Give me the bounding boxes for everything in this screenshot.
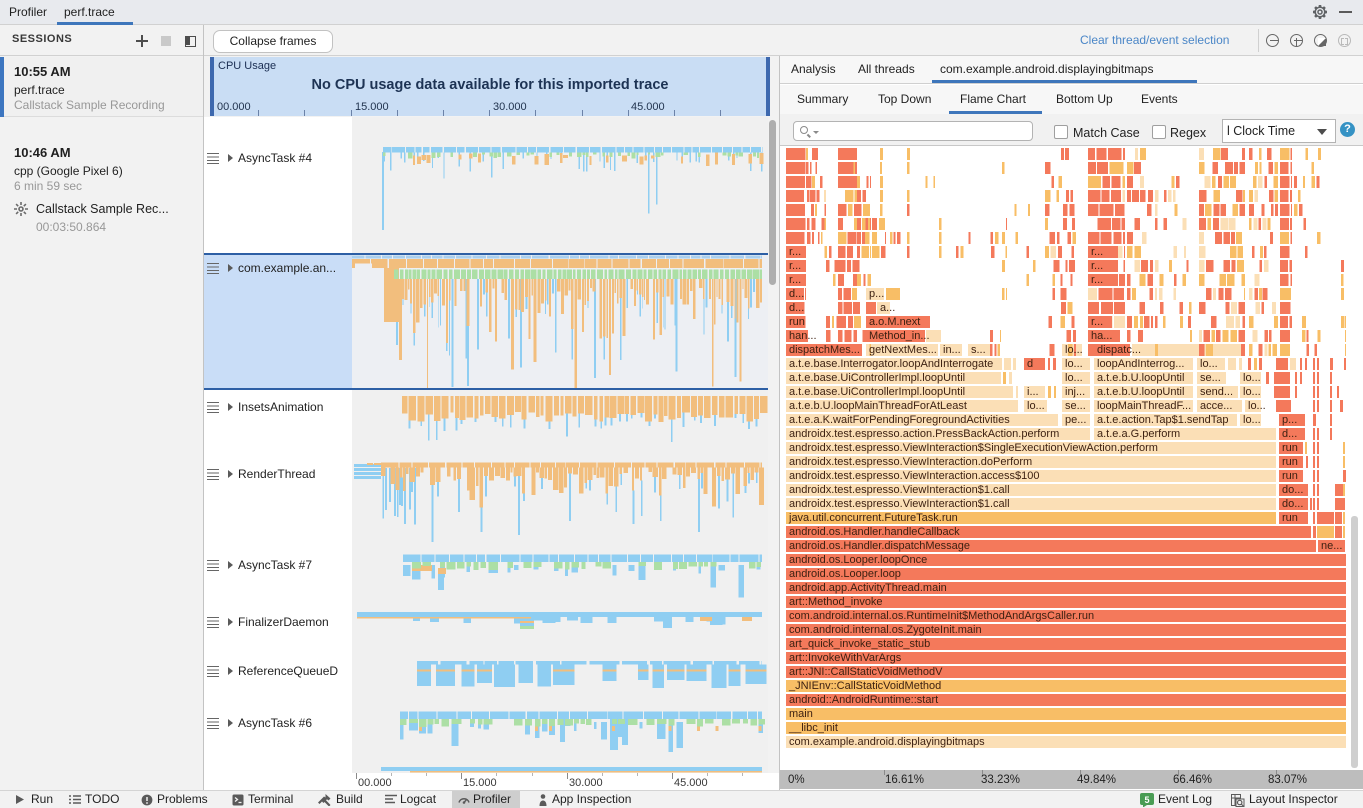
- svg-text:__libc_init: __libc_init: [788, 722, 838, 734]
- svg-text:android.os.Handler.handleCallb: android.os.Handler.handleCallback: [789, 526, 960, 538]
- svg-text:a.o.M.next: a.o.M.next: [869, 316, 920, 328]
- svg-text:lo...: lo...: [1243, 372, 1261, 384]
- svg-text:android.os.Looper.loopOnce: android.os.Looper.loopOnce: [789, 554, 927, 566]
- svg-text:r...: r...: [789, 246, 801, 258]
- svg-text:5: 5: [1144, 795, 1149, 805]
- svg-text:a.t.e.action.Tap$1.sendTap: a.t.e.action.Tap$1.sendTap: [1097, 414, 1228, 426]
- svg-text:run: run: [1282, 456, 1298, 468]
- svg-text:d...: d...: [1282, 428, 1297, 440]
- svg-text:art_quick_invoke_static_stub: art_quick_invoke_static_stub: [789, 638, 930, 650]
- svg-text:a.t.e.b.U.loopUntil: a.t.e.b.U.loopUntil: [1097, 372, 1184, 384]
- svg-text:lo...: lo...: [1200, 358, 1218, 370]
- svg-text:androidx.test.espresso.ViewInt: androidx.test.espresso.ViewInteraction.a…: [789, 470, 1040, 482]
- svg-text:r...: r...: [1091, 316, 1103, 328]
- svg-text:d...: d...: [789, 288, 804, 300]
- svg-text:androidx.test.espresso.ViewInt: androidx.test.espresso.ViewInteraction$1…: [789, 484, 1010, 496]
- svg-text:s...: s...: [971, 344, 986, 356]
- svg-text:a.t.e.base.UiControllerImpl.lo: a.t.e.base.UiControllerImpl.loopUntil: [789, 386, 965, 398]
- svg-text:lo...: lo...: [1065, 372, 1083, 384]
- svg-text:art::InvokeWithVarArgs: art::InvokeWithVarArgs: [789, 652, 902, 664]
- svg-text:java.util.concurrent.FutureTas: java.util.concurrent.FutureTask.run: [788, 512, 958, 524]
- svg-text:lo...: lo...: [1065, 344, 1083, 356]
- svg-text:androidx.test.espresso.ViewInt: androidx.test.espresso.ViewInteraction.d…: [789, 456, 1032, 468]
- svg-text:run: run: [1282, 512, 1298, 524]
- svg-text:androidx.test.espresso.ViewInt: androidx.test.espresso.ViewInteraction$1…: [789, 498, 1010, 510]
- svg-text:com.android.internal.os.Zygote: com.android.internal.os.ZygoteInit.main: [789, 624, 982, 636]
- svg-text:androidx.test.espresso.action.: androidx.test.espresso.action.PressBackA…: [789, 428, 1059, 440]
- svg-text:han...: han...: [789, 330, 817, 342]
- svg-text:dispatchMes...: dispatchMes...: [789, 344, 860, 356]
- svg-text:a.t.e.b.U.loopMainThreadForAtL: a.t.e.b.U.loopMainThreadForAtLeast: [789, 400, 967, 412]
- svg-text:run: run: [1282, 442, 1298, 454]
- svg-text:androidx.test.espresso.ViewInt: androidx.test.espresso.ViewInteraction$S…: [789, 442, 1158, 454]
- svg-text:lo...: lo...: [1065, 358, 1083, 370]
- svg-text:run: run: [789, 316, 805, 328]
- svg-text:a.t.e.a.K.waitForPendingForegr: a.t.e.a.K.waitForPendingForegroundActivi…: [789, 414, 1010, 426]
- svg-text:Method_in...: Method_in...: [869, 330, 930, 342]
- svg-text:d: d: [1027, 358, 1033, 370]
- svg-text:pe...: pe...: [1065, 414, 1086, 426]
- svg-text:android.os.Looper.loop: android.os.Looper.loop: [789, 568, 901, 580]
- svg-text:p...: p...: [1282, 414, 1297, 426]
- svg-text:_JNIEnv::CallStaticVoidMethod: _JNIEnv::CallStaticVoidMethod: [788, 680, 941, 692]
- svg-text:lo...: lo...: [1243, 414, 1261, 426]
- svg-text:android::AndroidRuntime::start: android::AndroidRuntime::start: [789, 694, 938, 706]
- svg-text:art::JNI::CallStaticVoidMethod: art::JNI::CallStaticVoidMethodV: [789, 666, 943, 678]
- svg-text:ne...: ne...: [1321, 540, 1342, 552]
- svg-text:lo...: lo...: [1027, 400, 1045, 412]
- svg-text:lo...: lo...: [1243, 386, 1261, 398]
- svg-text:in...: in...: [943, 344, 961, 356]
- svg-text:r...: r...: [1091, 260, 1103, 272]
- svg-text:do...: do...: [1282, 498, 1303, 510]
- svg-text:loopMainThreadF...: loopMainThreadF...: [1097, 400, 1191, 412]
- svg-text:a...: a...: [880, 302, 895, 314]
- svg-text:p...: p...: [869, 288, 884, 300]
- svg-text:send...: send...: [1200, 386, 1233, 398]
- svg-text:ha...: ha...: [1091, 330, 1112, 342]
- svg-text:loopAndInterrog...: loopAndInterrog...: [1097, 358, 1184, 370]
- svg-text:a.t.e.base.Interrogator.loopAn: a.t.e.base.Interrogator.loopAndInterroga…: [789, 358, 993, 370]
- svg-text:com.android.internal.os.Runtim: com.android.internal.os.RuntimeInit$Meth…: [789, 610, 1094, 622]
- svg-text:acce...: acce...: [1200, 400, 1232, 412]
- svg-text:android.app.ActivityThread.mai: android.app.ActivityThread.main: [789, 582, 947, 594]
- svg-text:a.t.e.a.G.perform: a.t.e.a.G.perform: [1097, 428, 1180, 440]
- svg-text:getNextMes...: getNextMes...: [869, 344, 937, 356]
- svg-text:run: run: [1282, 470, 1298, 482]
- svg-text:d...: d...: [789, 302, 804, 314]
- svg-text:dispatc...: dispatc...: [1097, 344, 1141, 356]
- svg-text:r...: r...: [1091, 274, 1103, 286]
- svg-text:do...: do...: [1282, 484, 1303, 496]
- svg-text:main: main: [789, 708, 813, 720]
- svg-text:a.t.e.b.U.loopUntil: a.t.e.b.U.loopUntil: [1097, 386, 1184, 398]
- svg-text:r...: r...: [789, 274, 801, 286]
- svg-text:r...: r...: [789, 260, 801, 272]
- svg-text:inj...: inj...: [1065, 386, 1085, 398]
- svg-text:art::Method_invoke: art::Method_invoke: [789, 596, 883, 608]
- svg-text:a.t.e.base.UiControllerImpl.lo: a.t.e.base.UiControllerImpl.loopUntil: [789, 372, 965, 384]
- svg-text:i...: i...: [1027, 386, 1039, 398]
- svg-text:android.os.Handler.dispatchMes: android.os.Handler.dispatchMessage: [789, 540, 970, 552]
- svg-text:se...: se...: [1065, 400, 1086, 412]
- svg-text:com.example.android.displaying: com.example.android.displayingbitmaps: [789, 736, 985, 748]
- svg-text:se...: se...: [1200, 372, 1221, 384]
- svg-text:lo...: lo...: [1248, 400, 1266, 412]
- svg-text:r...: r...: [1091, 246, 1103, 258]
